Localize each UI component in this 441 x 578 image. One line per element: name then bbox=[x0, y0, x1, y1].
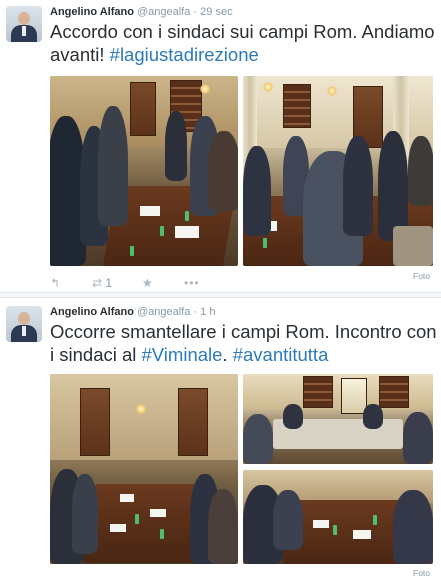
tweet-photo[interactable] bbox=[50, 374, 238, 564]
more-icon[interactable]: ••• bbox=[184, 276, 200, 290]
reply-icon[interactable]: ↰ bbox=[50, 276, 60, 290]
tweet-text: Accordo con i sindaci sui campi Rom. And… bbox=[50, 20, 435, 66]
author-handle[interactable]: @angealfa bbox=[137, 306, 190, 318]
tweet-photo[interactable] bbox=[243, 470, 433, 564]
tweet-header: Angelino Alfano @angealfa · 1 h bbox=[50, 306, 215, 318]
avatar[interactable] bbox=[6, 306, 42, 342]
timestamp[interactable]: 29 sec bbox=[200, 6, 232, 18]
tweet-1[interactable]: Angelino Alfano @angealfa · 29 sec Accor… bbox=[0, 0, 441, 292]
tweet-2[interactable]: Angelino Alfano @angealfa · 1 h Occorre … bbox=[0, 298, 441, 578]
retweet-icon[interactable]: ⇄ 1 bbox=[92, 276, 112, 290]
separator: · bbox=[193, 6, 198, 18]
tweet-photo[interactable] bbox=[243, 76, 433, 266]
hashtag-link[interactable]: #avantitutta bbox=[233, 344, 329, 365]
hashtag-link[interactable]: #Viminale bbox=[142, 344, 223, 365]
star-icon[interactable]: ★ bbox=[142, 276, 153, 290]
retweet-count: 1 bbox=[105, 276, 113, 290]
tweet-text-body: . bbox=[222, 344, 233, 365]
media-label: Foto bbox=[413, 568, 431, 578]
author-handle[interactable]: @angealfa bbox=[137, 6, 190, 18]
timestamp[interactable]: 1 h bbox=[200, 306, 215, 318]
author-name[interactable]: Angelino Alfano bbox=[50, 306, 134, 318]
tweet-header: Angelino Alfano @angealfa · 29 sec bbox=[50, 6, 233, 18]
avatar[interactable] bbox=[6, 6, 42, 42]
tweet-photo[interactable] bbox=[243, 374, 433, 464]
author-name[interactable]: Angelino Alfano bbox=[50, 6, 134, 18]
media-label: Foto bbox=[413, 271, 431, 281]
tweet-photo[interactable] bbox=[50, 76, 238, 266]
separator: · bbox=[193, 306, 198, 318]
tweet-text: Occorre smantellare i campi Rom. Incontr… bbox=[50, 320, 438, 366]
hashtag-link[interactable]: #lagiustadirezione bbox=[110, 44, 259, 65]
